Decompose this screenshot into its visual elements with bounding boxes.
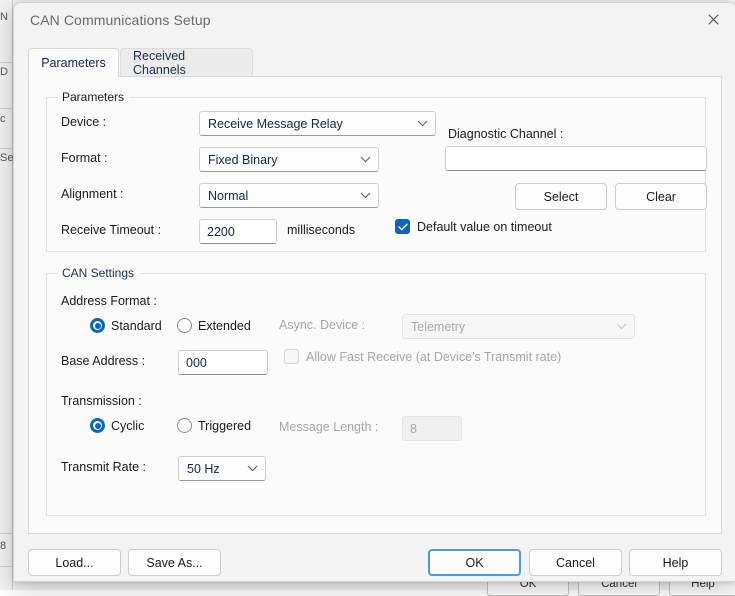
alignment-combobox[interactable]: Normal <box>199 183 379 208</box>
background-divider <box>0 62 12 63</box>
receive-timeout-units: milliseconds <box>287 223 356 237</box>
transmission-triggered-label: Triggered <box>198 418 252 433</box>
transmit-rate-combobox[interactable]: 50 Hz <box>178 456 266 481</box>
select-button[interactable]: Select <box>515 183 607 210</box>
allow-fast-receive-checkbox: Allow Fast Receive (at Device's Transmit… <box>284 349 561 364</box>
tab-parameters[interactable]: Parameters <box>28 48 119 77</box>
load-button-label: Load... <box>55 555 94 570</box>
can-settings-group-title: CAN Settings <box>57 266 140 280</box>
chevron-down-icon <box>608 323 634 330</box>
parameters-group: Parameters Device : Receive Message Rela… <box>46 90 707 252</box>
background-text-fragment: N <box>0 11 8 23</box>
allow-fast-receive-label: Allow Fast Receive (at Device's Transmit… <box>306 349 562 364</box>
base-address-label: Base Address : <box>61 354 146 368</box>
tab-page-parameters: Parameters Device : Receive Message Rela… <box>28 76 722 534</box>
transmit-rate-value: 50 Hz <box>187 461 220 476</box>
checkbox-unchecked-icon <box>284 349 299 364</box>
can-communications-setup-dialog: CAN Communications Setup Parameters Rece… <box>13 2 735 582</box>
base-address-value: 000 <box>186 355 207 370</box>
alignment-label: Alignment : <box>61 187 124 201</box>
transmit-rate-label: Transmit Rate : <box>61 460 146 474</box>
transmission-cyclic-radio[interactable]: Cyclic <box>90 418 144 433</box>
device-label: Device : <box>61 115 107 129</box>
select-button-label: Select <box>543 189 579 204</box>
default-value-on-timeout-label: Default value on timeout <box>417 219 552 234</box>
diagnostic-channel-input[interactable] <box>445 146 707 171</box>
ok-button-label: OK <box>465 555 484 570</box>
chevron-down-icon <box>239 465 265 472</box>
message-length-input: 8 <box>402 416 462 441</box>
message-length-value: 8 <box>410 421 417 436</box>
close-icon[interactable] <box>690 3 735 36</box>
radio-selected-icon <box>90 318 105 333</box>
chevron-down-icon <box>352 156 378 163</box>
tab-parameters-label: Parameters <box>41 55 106 70</box>
background-text-fragment: 8 <box>0 540 7 552</box>
base-address-input[interactable]: 000 <box>178 350 268 375</box>
transmission-cyclic-label: Cyclic <box>111 418 145 433</box>
radio-unselected-icon <box>177 318 192 333</box>
help-button-label: Help <box>662 555 689 570</box>
save-as-button[interactable]: Save As... <box>128 549 221 576</box>
tab-received-channels[interactable]: Received Channels <box>120 48 253 77</box>
message-length-label: Message Length : <box>279 420 379 434</box>
async-device-label: Async. Device : <box>279 318 366 332</box>
async-device-combobox: Telemetry <box>402 314 635 339</box>
chevron-down-icon <box>409 120 435 127</box>
background-divider <box>0 148 12 149</box>
format-label: Format : <box>61 151 108 165</box>
default-value-on-timeout-checkbox[interactable]: Default value on timeout <box>395 219 552 234</box>
ok-button[interactable]: OK <box>428 549 521 576</box>
receive-timeout-label: Receive Timeout : <box>61 223 162 237</box>
dialog-titlebar[interactable]: CAN Communications Setup <box>14 3 735 40</box>
dialog-title: CAN Communications Setup <box>30 12 211 28</box>
chevron-down-icon <box>352 192 378 199</box>
radio-unselected-icon <box>177 418 192 433</box>
tab-strip: Parameters Received Channels <box>28 48 722 77</box>
background-text-fragment: Se <box>0 152 14 164</box>
transmission-label: Transmission : <box>61 394 142 408</box>
background-text-fragment: D <box>0 66 8 78</box>
address-format-extended-radio[interactable]: Extended <box>177 318 251 333</box>
tab-received-channels-label: Received Channels <box>133 48 186 77</box>
receive-timeout-value: 2200 <box>207 224 235 239</box>
radio-selected-icon <box>90 418 105 433</box>
device-value: Receive Message Relay <box>208 116 343 131</box>
async-device-value: Telemetry <box>411 319 466 334</box>
help-button[interactable]: Help <box>629 549 722 576</box>
receive-timeout-input[interactable]: 2200 <box>199 219 277 244</box>
address-format-standard-radio[interactable]: Standard <box>90 318 162 333</box>
save-as-button-label: Save As... <box>146 555 203 570</box>
transmission-triggered-radio[interactable]: Triggered <box>177 418 251 433</box>
format-combobox[interactable]: Fixed Binary <box>199 147 379 172</box>
checkbox-check-icon <box>395 219 410 234</box>
address-format-label: Address Format : <box>61 294 157 308</box>
alignment-value: Normal <box>208 188 249 203</box>
clear-button-label: Clear <box>646 189 676 204</box>
device-combobox[interactable]: Receive Message Relay <box>199 111 436 136</box>
format-value: Fixed Binary <box>208 152 278 167</box>
diagnostic-channel-label: Diagnostic Channel : <box>448 127 564 141</box>
clear-button[interactable]: Clear <box>615 183 707 210</box>
background-divider <box>0 533 12 534</box>
address-format-extended-label: Extended <box>198 318 251 333</box>
parameters-group-title: Parameters <box>57 90 130 104</box>
background-divider <box>0 108 12 109</box>
cancel-button-label: Cancel <box>556 555 595 570</box>
cancel-button[interactable]: Cancel <box>529 549 622 576</box>
load-button[interactable]: Load... <box>28 549 121 576</box>
address-format-standard-label: Standard <box>111 318 162 333</box>
can-settings-group: CAN Settings Address Format : Standard E… <box>46 266 706 516</box>
background-text-fragment: c <box>0 113 6 125</box>
